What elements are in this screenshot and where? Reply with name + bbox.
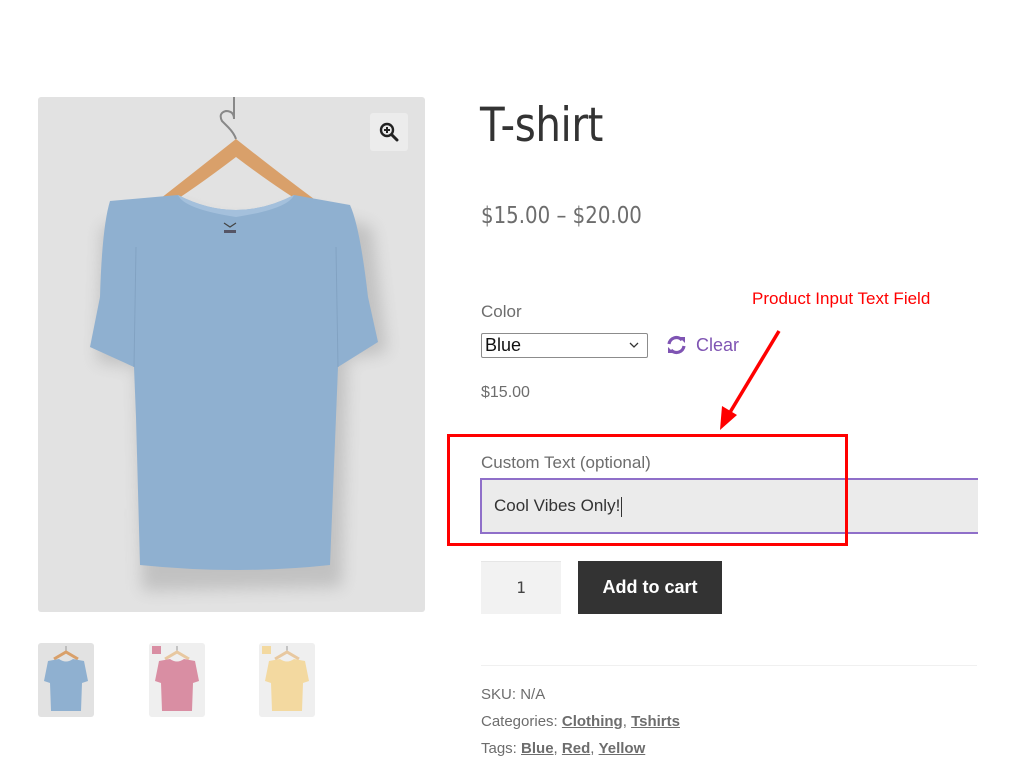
variation-price: $15.00 <box>481 384 530 401</box>
sku-value: N/A <box>520 686 546 703</box>
magnify-plus-icon <box>379 122 399 142</box>
zoom-button[interactable] <box>370 113 408 151</box>
tag-link-blue[interactable]: Blue <box>521 740 554 757</box>
product-title: T-shirt <box>480 98 603 153</box>
thumbnail-yellow[interactable] <box>259 643 315 717</box>
thumbnail-blue[interactable] <box>38 643 94 717</box>
sku-label: SKU: <box>481 686 517 703</box>
tag-link-yellow[interactable]: Yellow <box>599 740 646 757</box>
category-link-tshirts[interactable]: Tshirts <box>631 713 680 730</box>
annotation-label: Product Input Text Field <box>752 289 931 308</box>
categories-label: Categories: <box>481 713 558 730</box>
category-link-clothing[interactable]: Clothing <box>562 713 623 730</box>
tag-link-red[interactable]: Red <box>562 740 590 757</box>
clear-label: Clear <box>696 334 740 355</box>
blue-tshirt-image <box>90 97 387 591</box>
tags-label: Tags: <box>481 740 517 757</box>
price-range: $15.00 – $20.00 <box>481 203 642 229</box>
color-select[interactable]: Blue <box>481 333 648 358</box>
clear-variations-link[interactable]: Clear <box>666 332 739 358</box>
divider <box>481 665 977 666</box>
blue-tshirt-thumbnail-image <box>44 646 88 711</box>
thumbnail-red[interactable] <box>149 643 205 717</box>
chevron-down-icon <box>629 342 639 348</box>
categories-row: Categories: Clothing, Tshirts <box>481 713 680 730</box>
quantity-input[interactable]: 1 <box>481 561 561 614</box>
yellow-tshirt-thumbnail-image <box>262 646 309 711</box>
color-select-value: Blue <box>485 335 522 355</box>
refresh-icon <box>667 335 686 355</box>
sku-row: SKU: N/A <box>481 686 545 703</box>
add-to-cart-button[interactable]: Add to cart <box>578 561 722 614</box>
tags-row: Tags: Blue, Red, Yellow <box>481 740 646 757</box>
annotation-highlight-box <box>447 434 848 546</box>
red-tshirt-thumbnail-image <box>152 646 199 711</box>
product-main-image[interactable] <box>38 97 425 612</box>
color-label: Color <box>481 302 522 321</box>
